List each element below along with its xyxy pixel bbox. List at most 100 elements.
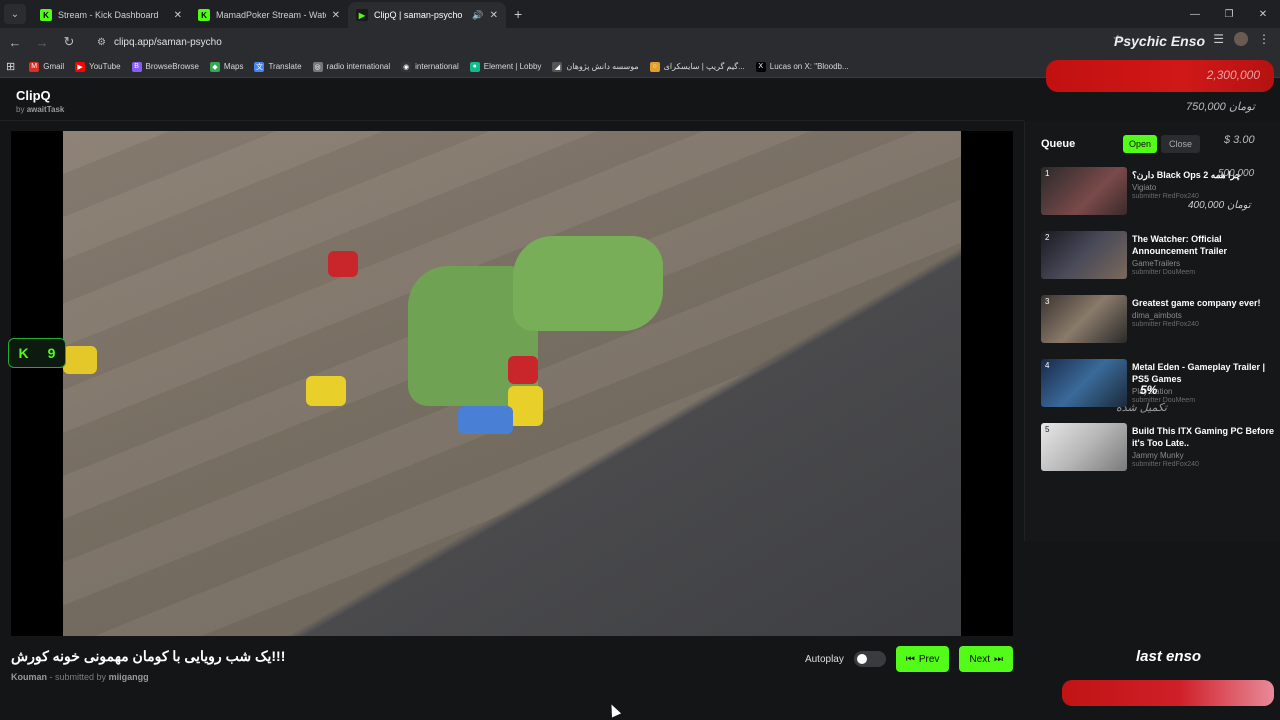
- queue-panel: Queue Open Close 1 چرا همه Black Ops 2 د…: [1024, 121, 1280, 541]
- overlay-top-amount: 2,300,000: [1206, 68, 1260, 82]
- bookmark-browsebrowse[interactable]: B BrowseBrowse: [131, 61, 199, 72]
- bookmark-lucas-x[interactable]: X Lucas on X: "Bloodb...: [755, 61, 849, 72]
- toy-car-yellow-stack: [508, 386, 543, 426]
- gamegrip-icon: ○: [649, 61, 660, 72]
- queue-thumbnail: 4: [1041, 359, 1127, 407]
- queue-item-number: 4: [1045, 361, 1050, 370]
- institute-icon: ◢: [552, 61, 563, 72]
- app-name: ClipQ: [16, 88, 51, 103]
- maximize-icon[interactable]: ❐: [1212, 9, 1246, 20]
- queue-thumbnail: 2: [1041, 231, 1127, 279]
- overlay-brand: Psychic Enso: [1114, 33, 1206, 49]
- tab-clipq[interactable]: ▶ ClipQ | saman-psycho 🔊 ✕: [348, 2, 506, 28]
- kick-logo-icon: K: [18, 345, 29, 361]
- queue-item-author: dima_aimbots: [1132, 311, 1182, 320]
- profile-avatar[interactable]: [1234, 32, 1248, 46]
- new-tab-icon[interactable]: +: [514, 6, 522, 22]
- bookmark-element-lobby[interactable]: ● Element | Lobby: [469, 61, 541, 72]
- toy-dino-head: [513, 236, 663, 331]
- overlay-goal-bar: 2,300,000: [1046, 60, 1274, 92]
- video-frame[interactable]: [63, 131, 961, 636]
- autoplay-label: Autoplay: [804, 653, 844, 665]
- maps-icon: ◆: [209, 61, 220, 72]
- queue-item-number: 1: [1045, 169, 1050, 178]
- gmail-icon: M: [29, 61, 40, 72]
- overlay-bottom-bar: [1062, 680, 1274, 706]
- speaker-icon[interactable]: 🔊: [472, 10, 483, 21]
- queue-item[interactable]: 3 Greatest game company ever! dima_aimbo…: [1041, 295, 1277, 347]
- reading-list-icon[interactable]: ☰: [1213, 32, 1224, 46]
- queue-title: Queue: [1041, 138, 1076, 150]
- element-icon: ●: [469, 61, 480, 72]
- tab-mamadpoker[interactable]: K MamadPoker Stream - Watch L ✕: [190, 2, 348, 28]
- queue-item-text: Build This ITX Gaming PC Before it's Too…: [1132, 425, 1274, 468]
- queue-item-submitter: submitter RedFox240: [1132, 461, 1199, 468]
- back-icon[interactable]: ←: [3, 35, 27, 50]
- clip-submitter: miigangg: [108, 672, 149, 682]
- overlay-usd: $ 3.00: [1224, 134, 1255, 146]
- bookmark-international[interactable]: ◉ international: [401, 61, 459, 72]
- menu-icon[interactable]: ⋮: [1258, 32, 1270, 46]
- tab-search-icon[interactable]: ⌄: [4, 4, 26, 24]
- queue-header: Queue Open Close: [1041, 135, 1201, 153]
- globe-icon: ◎: [312, 61, 323, 72]
- queue-item-submitter: submitter RedFox240: [1132, 321, 1199, 328]
- queue-item-number: 5: [1045, 425, 1050, 434]
- queue-item-author: GameTrailers: [1132, 259, 1181, 268]
- site-info-icon[interactable]: ⚙: [97, 37, 106, 48]
- overlay-percent: 5%: [1140, 383, 1158, 397]
- queue-thumbnail: 5: [1041, 423, 1127, 471]
- clipq-page: ClipQ by awaitTask K 9 !!!یک شب رویایی ب…: [0, 78, 1280, 720]
- browser-toolbar: ← → ↻ ⚙ clipq.app/saman-psycho ☆ ☰ ⋮: [0, 28, 1280, 56]
- close-tab-icon[interactable]: ✕: [332, 10, 340, 21]
- bookmark-gmail[interactable]: M Gmail: [29, 61, 64, 72]
- queue-item-submitter: submitter DouMeem: [1132, 269, 1196, 276]
- toy-car-blue: [458, 406, 513, 434]
- toy-car-red-stack: [508, 356, 538, 384]
- queue-item-title: The Watcher: Official Announcement Trail…: [1132, 234, 1228, 256]
- queue-item-text: The Watcher: Official Announcement Trail…: [1132, 233, 1274, 276]
- bookmark-maps[interactable]: ◆ Maps: [209, 61, 243, 72]
- prev-button[interactable]: ⏮ Prev: [895, 646, 950, 672]
- queue-item[interactable]: 2 The Watcher: Official Announcement Tra…: [1041, 231, 1277, 283]
- queue-item-author: Vigiato: [1132, 183, 1157, 192]
- next-button[interactable]: Next ⏭: [959, 646, 1013, 672]
- bookmark-radio-international[interactable]: ◎ radio international: [312, 61, 390, 72]
- reload-icon[interactable]: ↻: [57, 34, 81, 50]
- bookmark-youtube[interactable]: ▶ YouTube: [75, 61, 121, 72]
- skip-forward-icon: ⏭: [994, 653, 1003, 665]
- clip-meta: Kouman - submitted by miigangg: [11, 672, 149, 682]
- queue-item-title: Greatest game company ever!: [1132, 298, 1261, 308]
- close-window-icon[interactable]: ✕: [1246, 9, 1280, 20]
- kick-favicon-icon: K: [40, 9, 52, 21]
- kick-favicon-icon: K: [198, 9, 210, 21]
- queue-item[interactable]: 5 Build This ITX Gaming PC Before it's T…: [1041, 423, 1277, 475]
- queue-close-button[interactable]: Close: [1161, 135, 1201, 153]
- header-divider: [0, 120, 1024, 121]
- forward-icon[interactable]: →: [30, 35, 54, 50]
- overlay-footer-name: last enso: [1136, 648, 1202, 665]
- tab-title: MamadPoker Stream - Watch L: [216, 10, 326, 20]
- url-text: clipq.app/saman-psycho: [113, 36, 222, 48]
- apps-grid-icon[interactable]: ⊞: [6, 60, 15, 73]
- clip-channel[interactable]: Kouman: [11, 672, 47, 682]
- close-tab-icon[interactable]: ✕: [490, 10, 498, 21]
- close-tab-icon[interactable]: ✕: [174, 10, 182, 21]
- bookmark-institute[interactable]: ◢ موسسه دانش پژوهان: [552, 61, 639, 72]
- address-bar[interactable]: ⚙ clipq.app/saman-psycho: [89, 31, 1089, 53]
- queue-thumbnail: 1: [1041, 167, 1127, 215]
- app-brand[interactable]: ClipQ by awaitTask: [16, 88, 64, 114]
- queue-open-button[interactable]: Open: [1123, 135, 1158, 153]
- tab-title: Stream - Kick Dashboard: [58, 10, 159, 20]
- toy-car-yellow: [306, 376, 346, 406]
- overlay-amount-b: 400,000 تومان: [1188, 200, 1251, 211]
- app-byline: by awaitTask: [16, 105, 65, 114]
- video-player[interactable]: [11, 131, 1013, 636]
- minimize-icon[interactable]: —: [1178, 9, 1212, 20]
- bookmark-gamegrip[interactable]: ○ گیم گریپ | سایسکرای...: [649, 61, 745, 72]
- autoplay-toggle[interactable]: [853, 651, 886, 667]
- queue-item-submitter: submitter RedFox240: [1132, 193, 1199, 200]
- tab-kick-dashboard[interactable]: K Stream - Kick Dashboard ✕: [32, 2, 190, 28]
- translate-icon: 文: [254, 61, 265, 72]
- bookmark-translate[interactable]: 文 Translate: [254, 61, 302, 72]
